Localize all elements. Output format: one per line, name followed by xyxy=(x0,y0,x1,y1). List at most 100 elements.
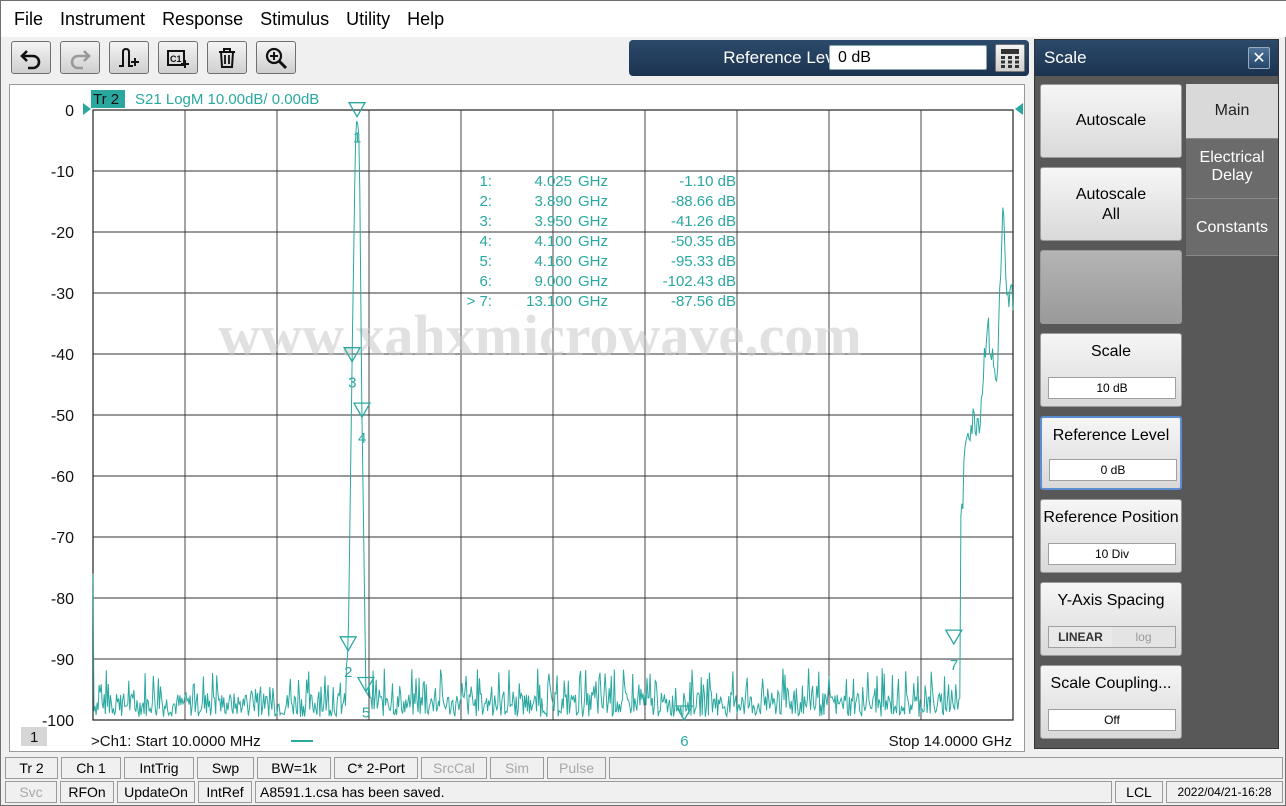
redo-button[interactable] xyxy=(60,41,100,74)
marker-readout-frequency: 4.025 xyxy=(534,173,572,190)
status-calibration[interactable]: C* 2-Port xyxy=(334,757,418,779)
y-axis-spacing-label: Y-Axis Spacing xyxy=(1057,592,1165,609)
menu-help[interactable]: Help xyxy=(400,9,454,30)
measurement-window[interactable]: www.xahxmicrowave.com 0 -10 -20 -30 -40 -50 -6… xyxy=(9,84,1025,752)
y-tick-label: -90 xyxy=(51,652,74,669)
marker-readout-frequency: 3.890 xyxy=(534,193,572,210)
scale-coupling-button[interactable]: Scale Coupling... Off xyxy=(1040,665,1182,739)
marker-label-3: 3 xyxy=(348,375,356,392)
reference-level-label: Reference Level xyxy=(723,48,847,67)
marker-readout-number: > 7: xyxy=(467,293,492,310)
status-update[interactable]: UpdateOn xyxy=(117,781,195,803)
y-tick-label: -80 xyxy=(51,591,74,608)
watermark: www.xahxmicrowave.com xyxy=(218,303,861,368)
ref-level-arrow-right[interactable] xyxy=(1015,103,1023,115)
reference-level-entry: Reference Level 0 dB xyxy=(629,40,1029,76)
trace-tag[interactable]: Tr 2 xyxy=(93,91,119,108)
close-icon: ✕ xyxy=(1252,50,1266,67)
undo-button[interactable] xyxy=(11,41,51,74)
reference-position-label: Reference Position xyxy=(1043,509,1179,526)
marker-readout-frequency: 4.100 xyxy=(534,233,572,250)
tab-main[interactable]: Main xyxy=(1186,84,1278,138)
keypad-button[interactable] xyxy=(995,44,1025,72)
panel-title: Scale xyxy=(1035,40,1278,76)
y-tick-label: -10 xyxy=(51,164,74,181)
marker-readout-value: -88.66 dB xyxy=(671,193,736,210)
menu-instrument[interactable]: Instrument xyxy=(53,9,155,30)
marker-readout-number: 5: xyxy=(479,253,492,270)
autoscale-all-button[interactable]: Autoscale All xyxy=(1040,167,1182,241)
ref-level-arrow-left[interactable] xyxy=(83,103,91,115)
reference-level-input[interactable]: 0 dB xyxy=(829,45,987,70)
status-channel[interactable]: Ch 1 xyxy=(61,757,121,779)
status-lcl[interactable]: LCL xyxy=(1115,781,1163,803)
marker-readout-unit: GHz xyxy=(578,253,608,270)
s21-plot: www.xahxmicrowave.com 0 -10 -20 -30 -40 -50 -6… xyxy=(21,90,1023,750)
linear-option[interactable]: LINEAR xyxy=(1049,627,1112,647)
undo-icon xyxy=(20,49,41,69)
marker-readout-value: -1.10 dB xyxy=(679,173,736,190)
tab-constants[interactable]: Constants xyxy=(1186,198,1278,256)
status-pulse[interactable]: Pulse xyxy=(547,757,606,779)
tab-electrical-delay[interactable]: Electrical Delay xyxy=(1186,138,1278,198)
add-channel-icon: C1 xyxy=(167,49,189,68)
stop-frequency[interactable]: Stop 14.0000 GHz xyxy=(889,733,1012,750)
y-axis-spacing-toggle[interactable]: LINEAR log xyxy=(1048,626,1176,648)
status-reference[interactable]: IntRef xyxy=(198,781,252,803)
status-empty xyxy=(609,757,1283,779)
log-option[interactable]: log xyxy=(1112,627,1175,647)
status-trace[interactable]: Tr 2 xyxy=(5,757,58,779)
marker-readout-value: -95.33 dB xyxy=(671,253,736,270)
scale-value[interactable]: 10 dB xyxy=(1048,377,1176,399)
reference-position-value[interactable]: 10 Div xyxy=(1048,543,1176,565)
marker-readout-unit: GHz xyxy=(578,193,608,210)
reference-level-button[interactable]: Reference Level 0 dB xyxy=(1040,416,1182,490)
y-axis-spacing-button[interactable]: Y-Axis Spacing LINEAR log xyxy=(1040,582,1182,656)
status-trigger[interactable]: IntTrig xyxy=(124,757,194,779)
marker-readout-number: 6: xyxy=(479,273,492,290)
status-sim[interactable]: Sim xyxy=(490,757,544,779)
status-bandwidth[interactable]: BW=1k xyxy=(257,757,331,779)
marker-readout-frequency: 9.000 xyxy=(534,273,572,290)
marker-label-2: 2 xyxy=(344,664,352,681)
menu-utility[interactable]: Utility xyxy=(339,9,400,30)
y-tick-label: -60 xyxy=(51,469,74,486)
marker-readout-value: -87.56 dB xyxy=(671,293,736,310)
svg-text:C1: C1 xyxy=(170,54,182,64)
menu-response[interactable]: Response xyxy=(155,9,253,30)
marker-readout-value: -50.35 dB xyxy=(671,233,736,250)
menu-bar: File Instrument Response Stimulus Utilit… xyxy=(1,1,1286,37)
scale-coupling-value[interactable]: Off xyxy=(1048,709,1176,731)
y-tick-label: 0 xyxy=(65,103,74,120)
add-trace-icon xyxy=(119,47,139,67)
status-sweep[interactable]: Swp xyxy=(197,757,254,779)
reference-position-button[interactable]: Reference Position 10 Div xyxy=(1040,499,1182,573)
marker-readout-frequency: 13.100 xyxy=(526,293,572,310)
marker-readout-number: 3: xyxy=(479,213,492,230)
marker-readout-unit: GHz xyxy=(578,293,608,310)
start-frequency[interactable]: >Ch1: Start 10.0000 MHz xyxy=(91,733,261,750)
panel-title-text: Scale xyxy=(1044,48,1087,67)
status-bar-bottom: Svc RFOn UpdateOn IntRef A8591.1.csa has… xyxy=(1,780,1286,804)
status-rf-on[interactable]: RFOn xyxy=(60,781,114,803)
channel-number[interactable]: 1 xyxy=(30,729,38,746)
marker-readout-frequency: 3.950 xyxy=(534,213,572,230)
menu-file[interactable]: File xyxy=(7,9,53,30)
zoom-button[interactable] xyxy=(256,41,296,74)
add-trace-button[interactable] xyxy=(109,41,149,74)
menu-stimulus[interactable]: Stimulus xyxy=(253,9,339,30)
autoscale-button[interactable]: Autoscale xyxy=(1040,84,1182,158)
add-channel-button[interactable]: C1 xyxy=(158,41,198,74)
marker-label-7: 7 xyxy=(950,657,958,674)
status-datetime: 2022/04/21-16:28 xyxy=(1166,781,1283,803)
marker-label-4: 4 xyxy=(358,430,366,447)
delete-button[interactable] xyxy=(207,41,247,74)
reference-level-softkey-label: Reference Level xyxy=(1052,427,1170,444)
status-service[interactable]: Svc xyxy=(5,781,57,803)
scale-button[interactable]: Scale 10 dB xyxy=(1040,333,1182,407)
status-srccal[interactable]: SrcCal xyxy=(421,757,487,779)
close-button[interactable]: ✕ xyxy=(1248,47,1270,69)
status-message: A8591.1.csa has been saved. xyxy=(255,781,1112,803)
reference-level-value[interactable]: 0 dB xyxy=(1049,459,1177,481)
redo-icon xyxy=(70,49,91,69)
